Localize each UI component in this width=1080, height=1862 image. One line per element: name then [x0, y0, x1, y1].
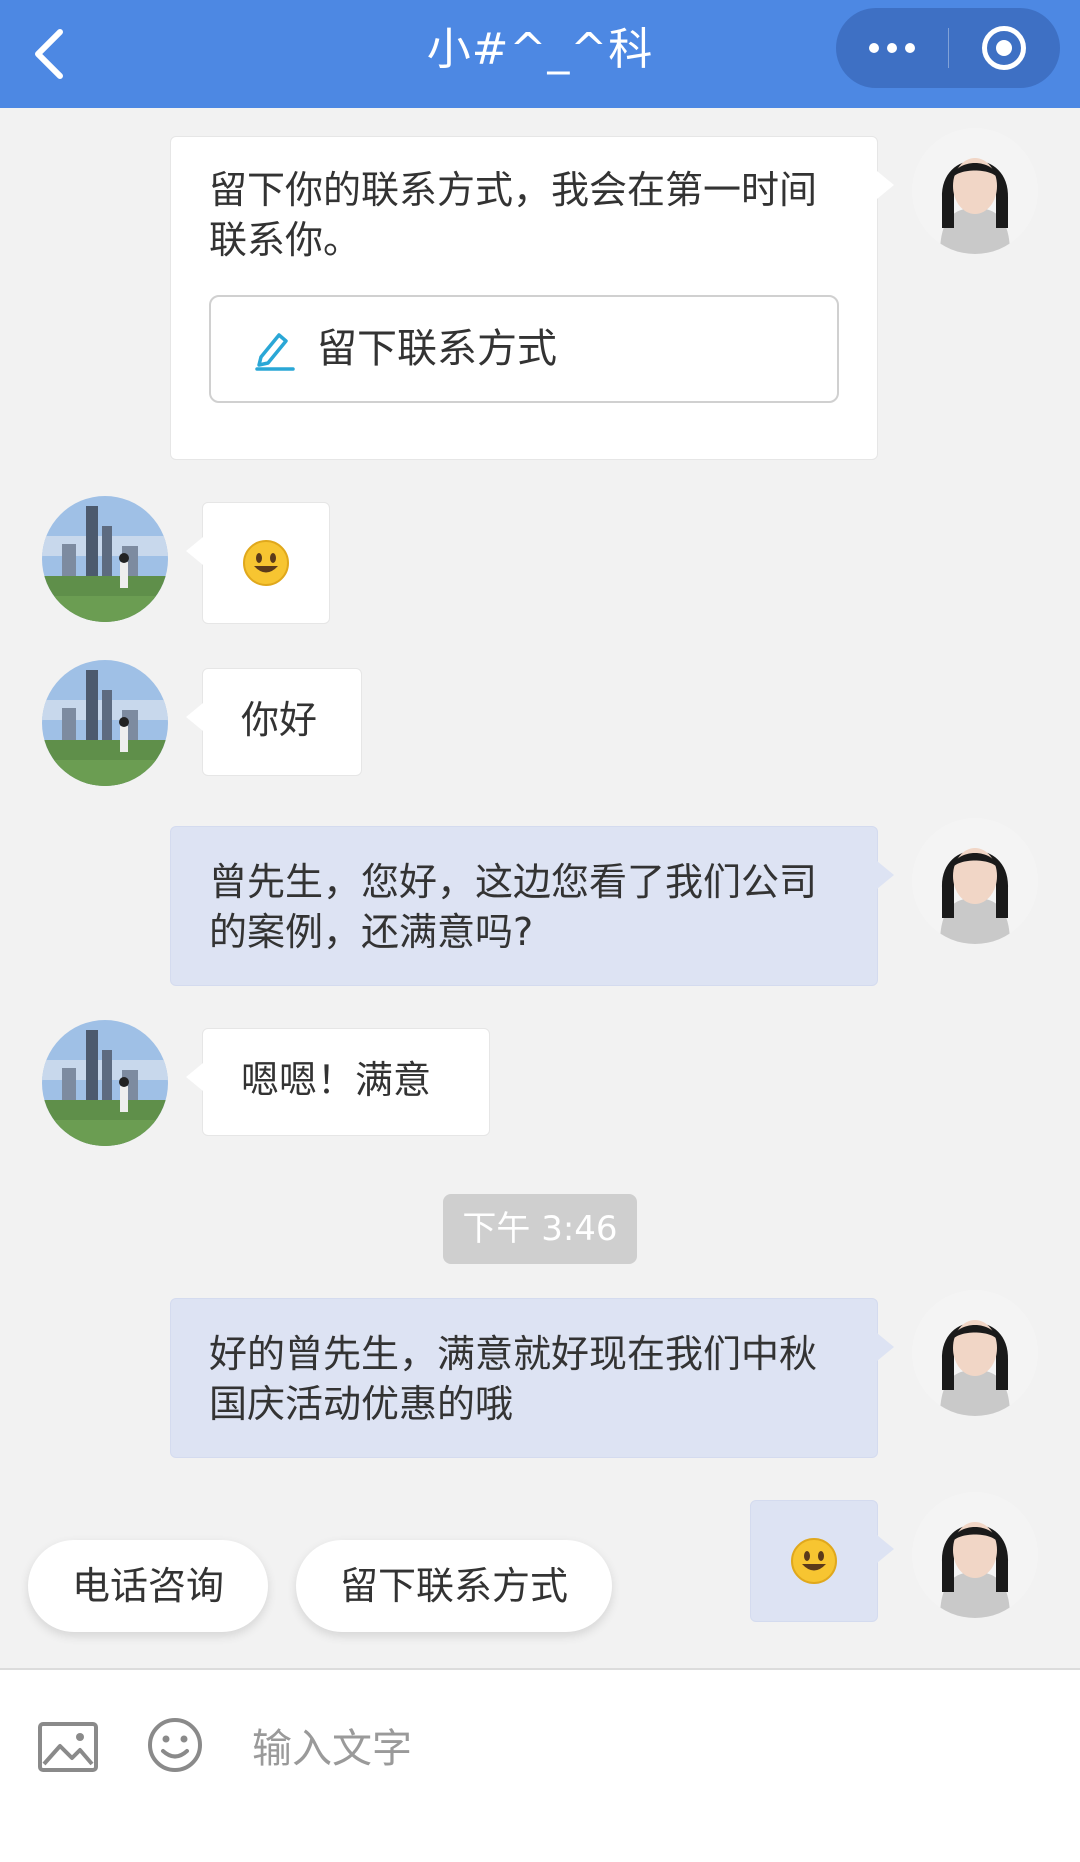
- message-text: 曾先生，您好，这边您看了我们公司的案例，还满意吗?: [209, 860, 818, 954]
- message-bubble-agent: 好的曾先生，满意就好现在我们中秋国庆活动优惠的哦: [170, 1298, 894, 1458]
- input-bar: [0, 1668, 1080, 1862]
- agent-portrait-image: [912, 128, 1038, 254]
- message-bubble-customer: 你好: [186, 668, 362, 776]
- message-bubble-customer: 嗯嗯！满意: [186, 1028, 490, 1136]
- close-mini-program-button[interactable]: [948, 8, 1060, 88]
- message-text: 你好: [241, 698, 318, 742]
- agent-portrait-image: [912, 1290, 1038, 1416]
- smiley-emoji-icon: [243, 540, 289, 586]
- message-text: 留下你的联系方式，我会在第一时间联系你。: [209, 168, 818, 262]
- message-input[interactable]: [252, 1706, 1032, 1792]
- agent-avatar[interactable]: [912, 1290, 1038, 1416]
- message-bubble-agent: [750, 1500, 894, 1622]
- smiley-emoji-icon: [791, 1538, 837, 1584]
- customer-photo-image: [42, 660, 168, 786]
- message-bubble-agent: 曾先生，您好，这边您看了我们公司的案例，还满意吗?: [170, 826, 894, 986]
- agent-avatar[interactable]: [912, 818, 1038, 944]
- customer-avatar[interactable]: [42, 660, 168, 786]
- leave-contact-card-button[interactable]: 留下联系方式: [209, 295, 839, 403]
- header-bar: 小#^_^科: [0, 0, 1080, 108]
- message-text: 好的曾先生，满意就好现在我们中秋国庆活动优惠的哦: [209, 1332, 818, 1426]
- agent-portrait-image: [912, 818, 1038, 944]
- target-circle-icon: [982, 26, 1026, 70]
- customer-avatar[interactable]: [42, 1020, 168, 1146]
- message-timestamp: 下午 3:46: [443, 1194, 637, 1264]
- mini-program-capsule: [836, 8, 1060, 88]
- quick-reply-leave-contact[interactable]: 留下联系方式: [296, 1540, 612, 1632]
- agent-avatar[interactable]: [912, 128, 1038, 254]
- customer-photo-image: [42, 496, 168, 622]
- leave-contact-card-label: 留下联系方式: [317, 326, 557, 372]
- quick-reply-phone-consult[interactable]: 电话咨询: [28, 1540, 268, 1632]
- customer-avatar[interactable]: [42, 496, 168, 622]
- customer-photo-image: [42, 1020, 168, 1146]
- chat-screen: 小#^_^科 留下你的联系方式，我会在第一时间联系你。 留下联系方式 你好 曾先…: [0, 0, 1080, 1862]
- agent-portrait-image: [912, 1492, 1038, 1618]
- more-dots-icon: [869, 43, 915, 53]
- message-text: 嗯嗯！满意: [241, 1058, 432, 1102]
- smiley-icon[interactable]: [146, 1716, 204, 1774]
- message-bubble-customer: [186, 502, 330, 624]
- message-bubble-agent: 留下你的联系方式，我会在第一时间联系你。 留下联系方式: [170, 136, 894, 460]
- edit-pencil-icon: [255, 333, 295, 371]
- more-menu-button[interactable]: [836, 8, 948, 88]
- agent-avatar[interactable]: [912, 1492, 1038, 1618]
- image-icon[interactable]: [36, 1718, 100, 1778]
